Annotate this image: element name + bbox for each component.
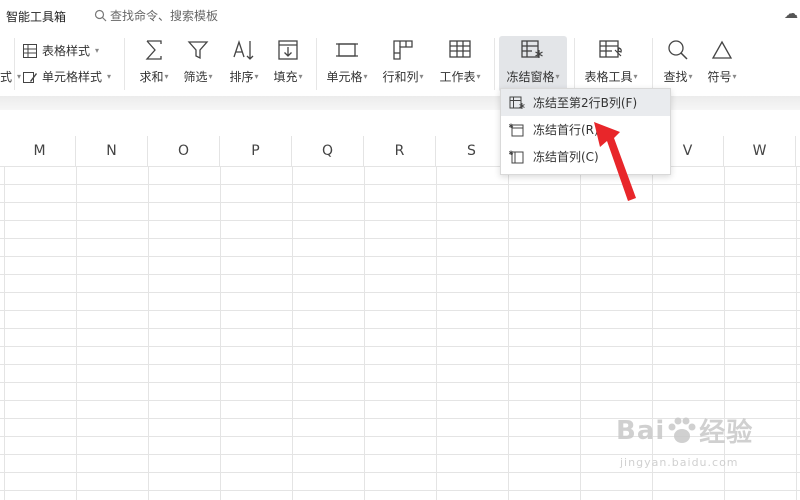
search-icon	[664, 36, 692, 64]
smart-toolbox-button[interactable]: 智能工具箱	[6, 8, 66, 25]
ribbon-divider	[0, 96, 800, 111]
cell-style-button[interactable]: 单元格样式 ▾	[22, 68, 111, 85]
table-tools-icon	[597, 36, 625, 64]
freeze-pane-button[interactable]: 冻结窗格 ▾	[499, 36, 567, 92]
freeze-pane-menu: 冻结至第2行B列(F) 冻结首行(R) 冻结首列(C)	[500, 88, 671, 175]
command-search[interactable]: 查找命令、搜索模板	[94, 7, 218, 24]
cell-style-icon	[23, 71, 37, 83]
divider	[494, 38, 495, 90]
fill-icon	[274, 36, 302, 64]
paw-icon	[668, 417, 696, 443]
divider	[652, 38, 653, 90]
filter-label: 筛选	[183, 70, 208, 84]
chevron-down-icon: ▾	[17, 72, 22, 81]
column-header-m[interactable]: M	[4, 136, 76, 166]
sum-button[interactable]: 求和 ▾	[134, 36, 174, 92]
freeze-first-row-icon	[509, 123, 524, 136]
row-column-icon	[389, 36, 417, 64]
table-style-icon	[23, 43, 37, 58]
chevron-down-icon: ▾	[688, 72, 693, 81]
chevron-down-icon: ▾	[298, 72, 303, 81]
divider	[124, 38, 125, 90]
column-header-o[interactable]: O	[148, 136, 220, 166]
sort-button[interactable]: 排序 ▾	[224, 36, 264, 92]
chevron-down-icon: ▾	[555, 72, 560, 81]
formula-bar[interactable]	[0, 110, 800, 137]
filter-button[interactable]: 筛选 ▾	[178, 36, 218, 92]
divider	[574, 38, 575, 90]
table-style-button[interactable]: 表格样式 ▾	[22, 42, 99, 59]
cell-button[interactable]: 单元格 ▾	[322, 36, 372, 92]
chevron-down-icon: ▾	[633, 72, 638, 81]
search-icon	[94, 9, 107, 22]
filter-icon	[184, 36, 212, 64]
column-header-p[interactable]: P	[220, 136, 292, 166]
ribbon-toolbar: 式 ▾ 表格样式 ▾ 单元格样式 ▾ 求和 ▾ 筛选 ▾ 排序 ▾ 填充 ▾ 单…	[0, 32, 800, 96]
menu-item-label: 冻结首列(C)	[533, 150, 599, 164]
menu-item-freeze-to-cell[interactable]: 冻结至第2行B列(F)	[501, 89, 670, 116]
menu-item-freeze-first-column[interactable]: 冻结首列(C)	[501, 143, 670, 170]
baidu-jingyan-watermark: Bai 经验 jingyan.baidu.com	[616, 412, 766, 472]
chevron-down-icon: ▾	[107, 72, 112, 81]
chevron-down-icon: ▾	[95, 46, 100, 55]
freeze-pane-icon	[509, 96, 525, 109]
column-header-w[interactable]: W	[724, 136, 796, 166]
column-header-s[interactable]: S	[436, 136, 508, 166]
column-header-row: M N O P Q R S T U V W	[0, 136, 800, 167]
column-header-q[interactable]: Q	[292, 136, 364, 166]
freeze-pane-label: 冻结窗格	[506, 70, 555, 84]
chevron-down-icon: ▾	[164, 72, 169, 81]
cell-label: 单元格	[326, 70, 363, 84]
column-header-r[interactable]: R	[364, 136, 436, 166]
sort-icon	[230, 36, 258, 64]
table-style-label: 表格样式	[42, 44, 91, 58]
partial-style-label: 式	[0, 70, 13, 84]
sum-label: 求和	[139, 70, 164, 84]
cell-style-label: 单元格样式	[42, 70, 103, 84]
column-header-n[interactable]: N	[76, 136, 148, 166]
sigma-icon	[140, 36, 168, 64]
find-button[interactable]: 查找 ▾	[658, 36, 698, 92]
worksheet-label: 工作表	[439, 70, 476, 84]
row-column-label: 行和列	[382, 70, 419, 84]
cloud-icon[interactable]: ☁	[784, 6, 798, 22]
chevron-down-icon: ▾	[363, 72, 368, 81]
menu-item-label: 冻结首行(R)	[533, 123, 599, 137]
divider	[316, 38, 317, 90]
fill-button[interactable]: 填充 ▾	[268, 36, 308, 92]
sort-label: 排序	[229, 70, 254, 84]
worksheet-icon	[446, 36, 474, 64]
worksheet-button[interactable]: 工作表 ▾	[434, 36, 486, 92]
divider	[14, 38, 15, 90]
find-label: 查找	[663, 70, 688, 84]
freeze-first-column-icon	[509, 150, 524, 163]
cell-icon	[333, 36, 361, 64]
row-column-button[interactable]: 行和列 ▾	[378, 36, 428, 92]
table-tools-button[interactable]: 表格工具 ▾	[580, 36, 642, 92]
symbol-label: 符号	[707, 70, 732, 84]
chevron-down-icon: ▾	[419, 72, 424, 81]
watermark-brand-cn: 经验	[699, 418, 754, 448]
symbol-button[interactable]: 符号 ▾	[702, 36, 742, 92]
title-bar: 智能工具箱 查找命令、搜索模板 ☁	[0, 0, 800, 32]
partial-style-button[interactable]: 式 ▾	[0, 68, 21, 85]
chevron-down-icon: ▾	[732, 72, 737, 81]
chevron-down-icon: ▾	[254, 72, 259, 81]
menu-item-freeze-first-row[interactable]: 冻结首行(R)	[501, 116, 670, 143]
watermark-url: jingyan.baidu.com	[620, 456, 739, 469]
freeze-pane-icon	[519, 36, 547, 64]
fill-label: 填充	[273, 70, 298, 84]
table-tools-label: 表格工具	[584, 70, 633, 84]
symbol-icon	[708, 36, 736, 64]
watermark-brand: Bai	[616, 415, 666, 446]
search-placeholder: 查找命令、搜索模板	[110, 9, 219, 23]
menu-item-label: 冻结至第2行B列(F)	[533, 96, 638, 110]
chevron-down-icon: ▾	[476, 72, 481, 81]
chevron-down-icon: ▾	[208, 72, 213, 81]
red-arrow-annotation	[594, 122, 636, 201]
